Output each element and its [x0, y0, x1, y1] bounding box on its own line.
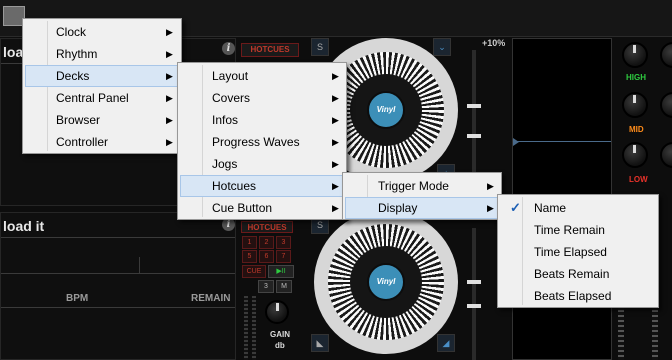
- divider: [1, 307, 235, 308]
- menu-item-time-remain[interactable]: Time Remain: [500, 219, 656, 241]
- deck-a-vinyl-logo: Vinyl: [367, 91, 405, 129]
- context-menu-root: Clock ▶ Rhythm ▶ Decks ▶ Central Panel ▶ Bro…: [22, 18, 182, 154]
- chevron-right-icon: ▶: [332, 115, 339, 125]
- divider: [139, 257, 140, 273]
- cue-button[interactable]: CUE: [242, 265, 266, 278]
- menu-item-controller[interactable]: Controller ▶: [25, 131, 179, 153]
- menu-item-rhythm[interactable]: Rhythm ▶: [25, 43, 179, 65]
- deck-b-corner-bottom-button[interactable]: ◣: [311, 334, 329, 352]
- eq-b-mid-knob[interactable]: [660, 92, 672, 118]
- eq-low-knob[interactable]: [622, 142, 648, 168]
- menu-item-beats-elapsed[interactable]: Beats Elapsed: [500, 285, 656, 307]
- chevron-right-icon: ▶: [332, 203, 339, 213]
- eq-b-high-knob[interactable]: [660, 42, 672, 68]
- context-menu-decks: Layout ▶ Covers ▶ Infos ▶ Progress Waves ▶ J…: [177, 62, 347, 220]
- bpm-label: BPM: [66, 293, 89, 304]
- chevron-right-icon: ▶: [166, 27, 173, 37]
- menu-item-browser[interactable]: Browser ▶: [25, 109, 179, 131]
- channel-fader-b[interactable]: [652, 300, 658, 360]
- checkmark-icon: ✓: [510, 200, 521, 215]
- level-meter: [252, 296, 256, 360]
- eq-mid-knob[interactable]: [622, 92, 648, 118]
- deck-a-corner-s-button[interactable]: S: [311, 38, 329, 56]
- menu-item-decks[interactable]: Decks ▶: [25, 65, 179, 87]
- cue-marker-icon: [513, 138, 519, 146]
- hotcue-pad-5[interactable]: 5: [242, 250, 257, 263]
- context-menu-display: ✓ Name Time Remain Time Elapsed Beats Rem…: [497, 194, 659, 308]
- menu-item-name[interactable]: ✓ Name: [500, 197, 656, 219]
- chevron-right-icon: ▶: [166, 49, 173, 59]
- menu-item-central-panel[interactable]: Central Panel ▶: [25, 87, 179, 109]
- menu-item-display[interactable]: Display ▶: [345, 197, 499, 219]
- menu-item-cue-button[interactable]: Cue Button ▶: [180, 197, 344, 219]
- eq-b-low-knob[interactable]: [660, 142, 672, 168]
- chevron-right-icon: ▶: [166, 137, 173, 147]
- divider: [1, 237, 235, 238]
- channel-fader-a[interactable]: [618, 300, 624, 360]
- deck-b-jog-wheel[interactable]: Vinyl: [314, 210, 458, 354]
- play-pause-button[interactable]: ▶II: [268, 265, 294, 278]
- gain-knob[interactable]: [265, 300, 289, 324]
- deck-a-info-icon[interactable]: i: [222, 42, 235, 55]
- chevron-right-icon: ▶: [332, 93, 339, 103]
- hotcue-pad-7[interactable]: 7: [276, 250, 291, 263]
- context-menu-hotcues: Trigger Mode ▶ Display ▶: [342, 172, 502, 220]
- menu-item-time-elapsed[interactable]: Time Elapsed: [500, 241, 656, 263]
- menu-item-jogs[interactable]: Jogs ▶: [180, 153, 344, 175]
- chevron-right-icon: ▶: [332, 71, 339, 81]
- pitch-a-slider-handle[interactable]: [467, 104, 481, 108]
- eq-low-label: LOW: [629, 175, 648, 184]
- gain-label: GAIN: [270, 330, 290, 339]
- hotcue-pad-1[interactable]: 1: [242, 236, 257, 249]
- deck-b-info-panel: load it BPM REMAIN: [0, 212, 236, 360]
- pitch-b-slider-handle[interactable]: [467, 280, 481, 284]
- menu-item-trigger-mode[interactable]: Trigger Mode ▶: [345, 175, 499, 197]
- hotcue-pad-3[interactable]: 3: [276, 236, 291, 249]
- deck-b-hotcues-label: HOTCUES: [241, 221, 293, 233]
- chevron-right-icon: ▶: [332, 137, 339, 147]
- pitch-a-plus-label: +10%: [482, 38, 506, 48]
- chevron-right-icon: ▶: [487, 203, 494, 213]
- menu-item-infos[interactable]: Infos ▶: [180, 109, 344, 131]
- deck-b-title: load it: [3, 218, 45, 234]
- sync-button[interactable]: 3: [258, 280, 274, 293]
- divider: [1, 273, 235, 274]
- chevron-right-icon: ▶: [166, 115, 173, 125]
- pitch-b-slider-marker: [467, 304, 481, 308]
- level-meter: [244, 296, 248, 360]
- deck-a-hotcues-label: HOTCUES: [241, 43, 299, 57]
- chevron-right-icon: ▶: [332, 159, 339, 169]
- deck-a-corner-chevron-icon[interactable]: ⌄: [433, 38, 451, 56]
- hotcue-pad-2[interactable]: 2: [259, 236, 274, 249]
- menu-item-layout[interactable]: Layout ▶: [180, 65, 344, 87]
- gain-unit: db: [275, 341, 285, 350]
- chevron-right-icon: ▶: [332, 181, 339, 191]
- deck-b-corner-bottom-right-button[interactable]: ◢: [437, 334, 455, 352]
- menu-item-clock[interactable]: Clock ▶: [25, 21, 179, 43]
- pitch-b-slider-track[interactable]: [472, 228, 476, 360]
- menu-item-covers[interactable]: Covers ▶: [180, 87, 344, 109]
- deck-b-vinyl-logo: Vinyl: [367, 263, 405, 301]
- eq-high-label: HIGH: [626, 73, 646, 82]
- hotcue-pad-6[interactable]: 6: [259, 250, 274, 263]
- chevron-right-icon: ▶: [166, 71, 173, 81]
- chevron-right-icon: ▶: [166, 93, 173, 103]
- menu-item-beats-remain[interactable]: Beats Remain: [500, 263, 656, 285]
- chevron-right-icon: ▶: [487, 181, 494, 191]
- remain-label: REMAIN: [191, 293, 231, 304]
- master-button[interactable]: M: [276, 280, 292, 293]
- eq-mid-label: MID: [629, 125, 644, 134]
- eq-high-knob[interactable]: [622, 42, 648, 68]
- menu-item-hotcues[interactable]: Hotcues ▶: [180, 175, 344, 197]
- menu-item-progress-waves[interactable]: Progress Waves ▶: [180, 131, 344, 153]
- pitch-a-slider-marker: [467, 134, 481, 138]
